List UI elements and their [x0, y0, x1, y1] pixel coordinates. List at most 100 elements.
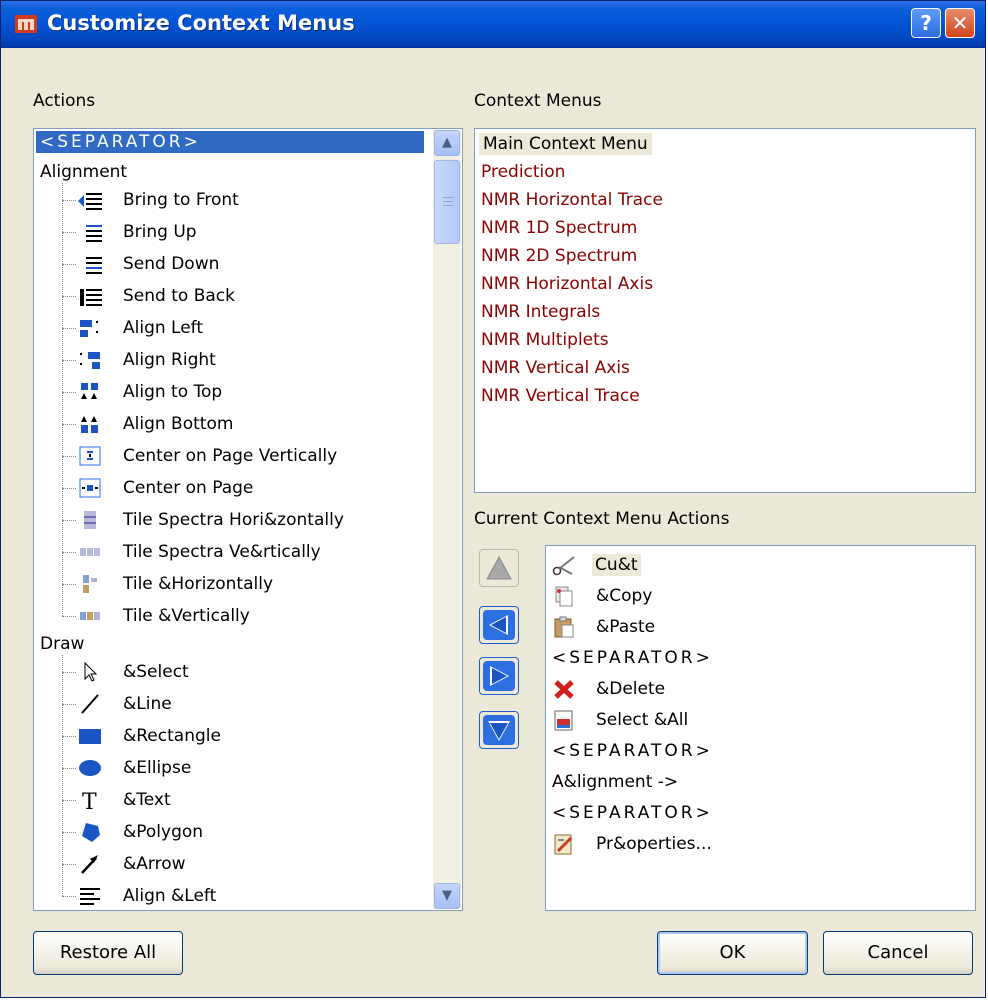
- current-action-item[interactable]: Select &All: [596, 709, 688, 731]
- align-top-icon: [81, 383, 98, 399]
- context-menu-item[interactable]: NMR Vertical Axis: [481, 357, 630, 379]
- down-arrow-icon: [483, 715, 515, 745]
- svg-text:T: T: [82, 790, 97, 811]
- center-page-icon: [79, 478, 101, 498]
- actions-group-draw[interactable]: Draw: [40, 633, 84, 655]
- up-arrow-icon: [486, 555, 512, 580]
- app-logo-icon: [15, 15, 37, 33]
- actions-item[interactable]: Tile Spectra Ve&rtically: [123, 541, 321, 563]
- left-arrow-icon: [483, 610, 515, 640]
- scroll-thumb[interactable]: [434, 160, 460, 244]
- scroll-down-button[interactable]: ▼: [434, 883, 460, 909]
- title-bar[interactable]: Customize Context Menus ? ✕: [1, 1, 985, 48]
- current-action-item[interactable]: &Copy: [596, 585, 652, 607]
- actions-item[interactable]: Bring Up: [123, 221, 197, 243]
- current-action-item[interactable]: A&lignment ->: [552, 771, 678, 793]
- actions-scrollbar[interactable]: ▲ ▼: [433, 130, 461, 909]
- actions-item[interactable]: &Select: [123, 661, 189, 683]
- context-menu-item[interactable]: NMR Integrals: [481, 301, 600, 323]
- actions-item[interactable]: Align Right: [123, 349, 216, 371]
- context-menu-item[interactable]: Prediction: [481, 161, 565, 183]
- delete-x-icon: [554, 680, 574, 699]
- current-actions-list[interactable]: Cu&t &Copy &Paste <SEPARATOR> &Delete Select …: [545, 545, 976, 911]
- window-title: Customize Context Menus: [47, 11, 355, 35]
- actions-item[interactable]: Align Left: [123, 317, 203, 339]
- ellipse-icon: [79, 760, 101, 776]
- tile-spectra-horizontal-icon: [84, 511, 96, 529]
- send-to-back-icon: [80, 289, 102, 306]
- context-menu-item[interactable]: NMR 2D Spectrum: [481, 245, 637, 267]
- actions-item[interactable]: &Arrow: [123, 853, 186, 875]
- scissors-icon: [552, 556, 575, 576]
- help-button[interactable]: ?: [911, 8, 941, 38]
- scroll-up-button[interactable]: ▲: [434, 130, 460, 156]
- tile-spectra-vertical-icon: [80, 548, 100, 556]
- context-menus-list[interactable]: Main Context Menu Prediction NMR Horizonta…: [474, 128, 976, 493]
- actions-item[interactable]: Tile &Vertically: [123, 605, 250, 627]
- actions-item[interactable]: Tile Spectra Hori&zontally: [123, 509, 344, 531]
- actions-item-separator[interactable]: <SEPARATOR>: [36, 131, 424, 153]
- actions-item[interactable]: Center on Page Vertically: [123, 445, 337, 467]
- move-up-button[interactable]: [479, 549, 519, 587]
- cursor-arrow-icon: [84, 661, 98, 682]
- context-menu-item[interactable]: NMR Vertical Trace: [481, 385, 640, 407]
- right-arrow-icon: [483, 661, 515, 691]
- dialog-window: Customize Context Menus ? ✕ Actions <SEP…: [0, 0, 986, 998]
- actions-item[interactable]: Align to Top: [123, 381, 222, 403]
- arrow-icon: [81, 855, 98, 874]
- move-down-button[interactable]: [479, 711, 519, 749]
- center-vertically-icon: [79, 446, 101, 466]
- current-action-item[interactable]: Cu&t: [592, 554, 641, 576]
- close-button[interactable]: ✕: [945, 8, 975, 38]
- current-action-item[interactable]: <SEPARATOR>: [552, 740, 713, 762]
- context-menu-item[interactable]: NMR Horizontal Axis: [481, 273, 653, 295]
- ok-button[interactable]: OK: [657, 931, 808, 975]
- properties-icon: [554, 834, 573, 855]
- current-action-item[interactable]: &Paste: [596, 616, 655, 638]
- context-menu-item[interactable]: NMR 1D Spectrum: [481, 217, 637, 239]
- actions-item[interactable]: &Text: [123, 789, 171, 811]
- actions-item[interactable]: &Line: [123, 693, 172, 715]
- actions-item[interactable]: Center on Page: [123, 477, 253, 499]
- current-actions-label: Current Context Menu Actions: [474, 509, 730, 529]
- paste-icon: [554, 616, 574, 638]
- polygon-icon: [82, 823, 100, 842]
- line-icon: [81, 694, 99, 714]
- align-bottom-icon: [81, 416, 98, 433]
- actions-item[interactable]: Bring to Front: [123, 189, 239, 211]
- move-right-button[interactable]: [479, 657, 519, 695]
- context-menus-label: Context Menus: [474, 91, 602, 111]
- context-menu-item[interactable]: Main Context Menu: [479, 133, 652, 155]
- actions-group-alignment[interactable]: Alignment: [40, 161, 127, 183]
- rectangle-icon: [79, 729, 101, 744]
- actions-item[interactable]: &Rectangle: [123, 725, 221, 747]
- current-action-item[interactable]: <SEPARATOR>: [552, 647, 713, 669]
- actions-item[interactable]: Tile &Horizontally: [123, 573, 273, 595]
- current-action-item[interactable]: Pr&operties...: [596, 833, 712, 855]
- actions-item[interactable]: Send Down: [123, 253, 219, 275]
- text-icon: T: [82, 790, 97, 811]
- bring-up-icon: [86, 225, 102, 242]
- context-menu-item[interactable]: NMR Multiplets: [481, 329, 609, 351]
- current-action-item[interactable]: &Delete: [596, 678, 665, 700]
- tile-horizontal-icon: [83, 575, 97, 593]
- actions-label: Actions: [33, 91, 96, 111]
- current-action-item[interactable]: <SEPARATOR>: [552, 802, 713, 824]
- cancel-button[interactable]: Cancel: [823, 931, 973, 975]
- context-menu-item[interactable]: NMR Horizontal Trace: [481, 189, 663, 211]
- move-left-button[interactable]: [479, 606, 519, 644]
- align-left-icon: [80, 320, 98, 337]
- tile-vertical-icon: [80, 612, 100, 620]
- actions-item[interactable]: Align Bottom: [123, 413, 233, 435]
- bring-to-front-icon: [78, 193, 102, 210]
- actions-item[interactable]: Send to Back: [123, 285, 235, 307]
- send-down-icon: [86, 257, 102, 274]
- actions-item[interactable]: Align &Left: [123, 885, 216, 907]
- copy-icon: [555, 586, 573, 607]
- align-right-icon: [80, 352, 100, 369]
- restore-all-button[interactable]: Restore All: [33, 931, 183, 975]
- select-all-icon: [554, 710, 573, 731]
- actions-item[interactable]: &Polygon: [123, 821, 203, 843]
- actions-tree[interactable]: <SEPARATOR> Alignment Bring to Front Bring …: [33, 128, 463, 911]
- actions-item[interactable]: &Ellipse: [123, 757, 191, 779]
